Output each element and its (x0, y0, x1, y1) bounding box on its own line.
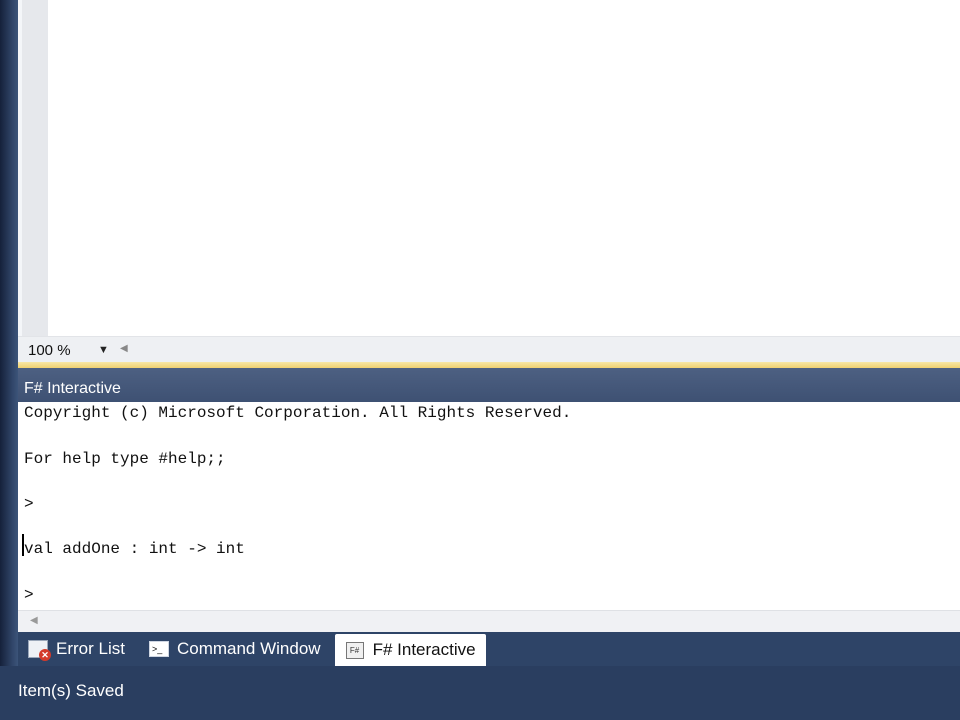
console-output: val addOne : int -> int (24, 540, 245, 558)
command-window-icon: >_ (148, 641, 169, 657)
tab-label: F# Interactive (372, 640, 476, 659)
tool-window-tabs: ✕ Error List >_ Command Window F# F# Int… (18, 632, 960, 666)
status-bar: Item(s) Saved (0, 666, 960, 720)
editor-margin (22, 0, 48, 336)
tab-command-window[interactable]: >_ Command Window (139, 634, 331, 664)
text-cursor-icon (22, 534, 24, 556)
fsi-title: F# Interactive (24, 380, 121, 397)
editor-bottom-bar: 100 % ▼ ◀ (18, 336, 960, 363)
window-frame-left (0, 0, 18, 720)
console-line: Copyright (c) Microsoft Corporation. All… (24, 404, 572, 422)
fsharp-interactive-icon: F# (345, 641, 365, 659)
zoom-value: 100 % (28, 341, 71, 359)
tab-error-list[interactable]: ✕ Error List (18, 634, 135, 664)
console-scrollbar[interactable]: ◀ (18, 610, 960, 633)
zoom-dropdown[interactable]: 100 % ▼ (22, 340, 118, 360)
console-prompt: > (24, 495, 34, 513)
chevron-down-icon[interactable]: ▼ (98, 344, 109, 356)
fsi-title-bar[interactable]: F# Interactive (18, 368, 960, 402)
console-prompt: > (24, 586, 34, 604)
console-line: For help type #help;; (24, 450, 226, 468)
tab-fsharp-interactive[interactable]: F# F# Interactive (334, 634, 486, 666)
tab-label: Command Window (176, 639, 321, 658)
code-editor[interactable]: 100 % ▼ ◀ (18, 0, 960, 363)
editor-text-area[interactable] (48, 0, 960, 336)
scroll-left-icon[interactable]: ◀ (120, 343, 128, 354)
status-text: Item(s) Saved (18, 681, 124, 700)
scroll-left-icon[interactable]: ◀ (30, 615, 38, 626)
fsi-console[interactable]: Copyright (c) Microsoft Corporation. All… (18, 402, 960, 610)
tab-label: Error List (56, 639, 125, 658)
error-list-icon: ✕ (28, 640, 51, 661)
